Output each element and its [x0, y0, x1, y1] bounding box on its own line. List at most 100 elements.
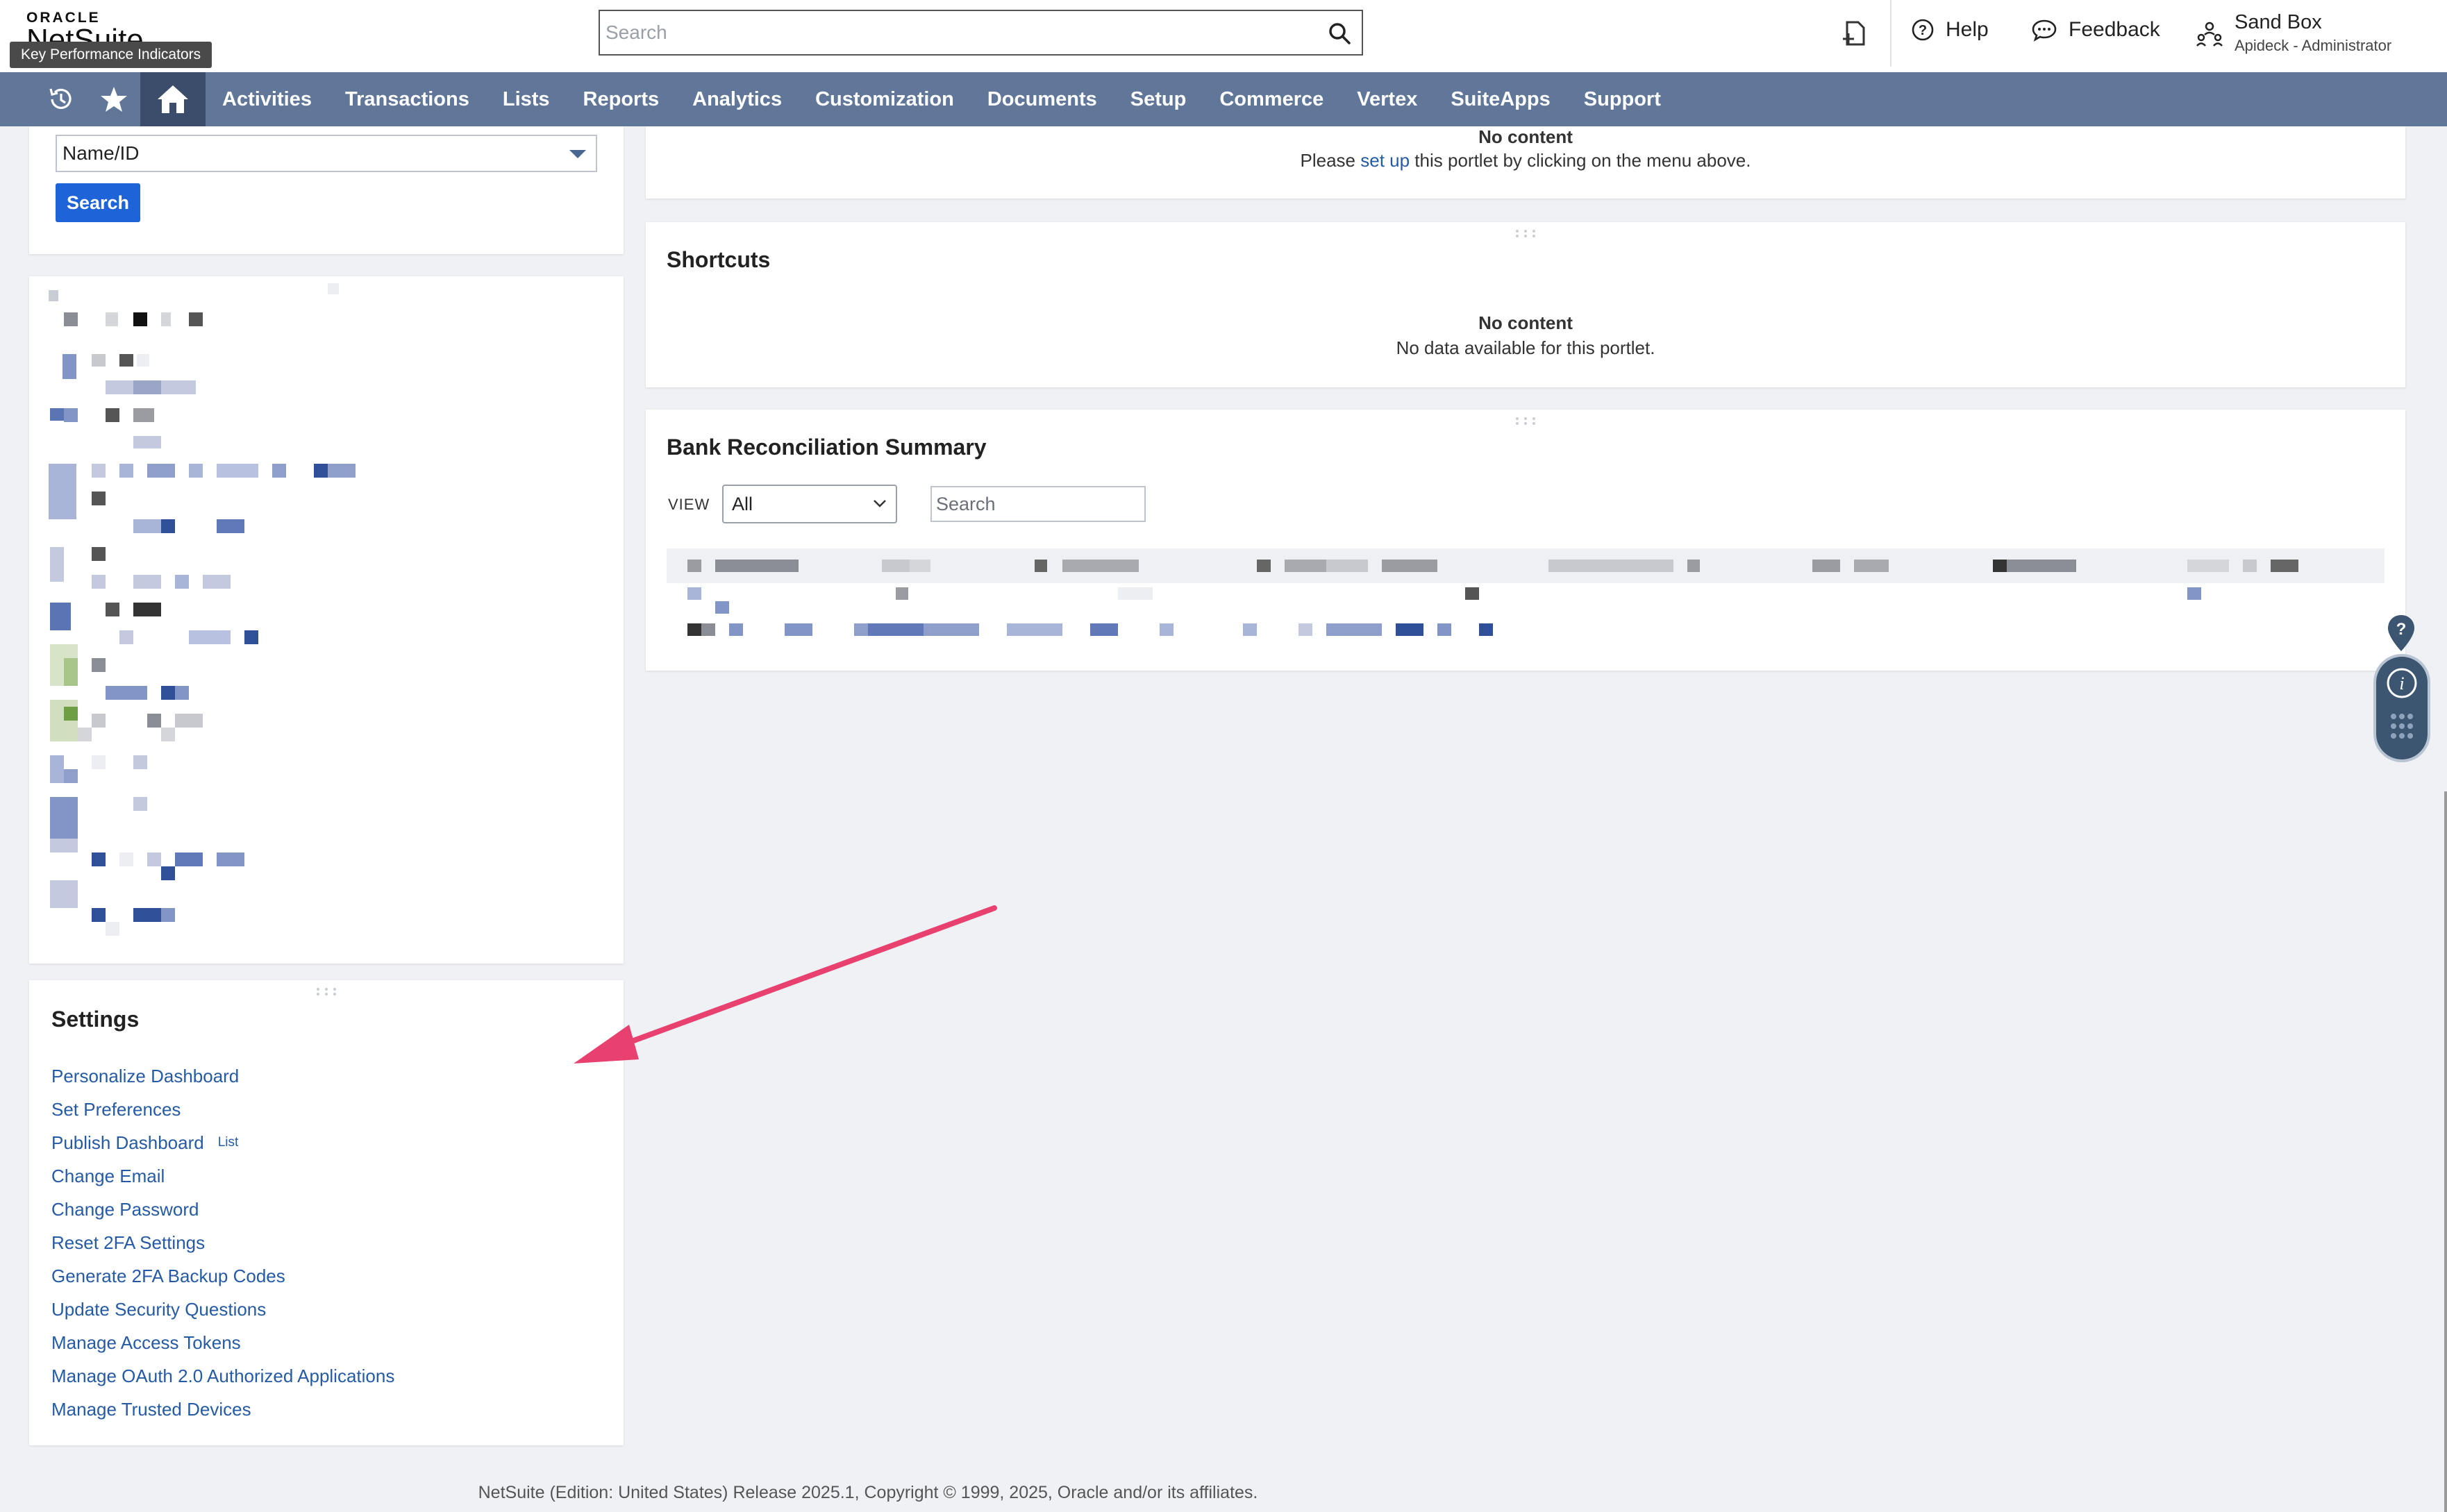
nav-support[interactable]: Support [1567, 72, 1678, 126]
header-divider [1890, 0, 1891, 67]
recent-records-icon[interactable] [1840, 19, 1868, 49]
bank-reconciliation-title: Bank Reconciliation Summary [667, 435, 987, 460]
bank-search-input[interactable] [932, 487, 1144, 521]
nav-activities[interactable]: Activities [206, 72, 328, 126]
list-item: Publish Dashboard List [51, 1126, 394, 1159]
no-content-label: No content [1478, 312, 1573, 333]
svg-text:?: ? [1919, 23, 1927, 38]
nav-documents[interactable]: Documents [971, 72, 1114, 126]
nav-suiteapps[interactable]: SuiteApps [1434, 72, 1567, 126]
global-search-input[interactable] [600, 11, 1362, 54]
list-item: Manage Trusted Devices [51, 1393, 394, 1426]
nav-home[interactable] [140, 72, 206, 126]
bank-search-box[interactable] [930, 486, 1146, 522]
settings-links: Personalize Dashboard Set Preferences Pu… [51, 1059, 394, 1426]
scrollbar-edge[interactable] [2444, 791, 2447, 1512]
account-roles-icon [2196, 22, 2223, 47]
view-select[interactable]: All [722, 485, 897, 523]
account-switcher[interactable]: Sand Box Apideck - Administrator [2196, 11, 2391, 55]
help-circle-icon: ? [1912, 19, 1934, 41]
manage-access-tokens-link[interactable]: Manage Access Tokens [51, 1332, 241, 1354]
nav-setup[interactable]: Setup [1114, 72, 1203, 126]
nav-reports[interactable]: Reports [567, 72, 676, 126]
list-item: Reset 2FA Settings [51, 1226, 394, 1259]
home-icon [158, 85, 188, 113]
change-password-link[interactable]: Change Password [51, 1199, 199, 1220]
speech-bubble-icon [2032, 19, 2057, 42]
search-button[interactable]: Search [56, 183, 140, 222]
settings-portlet: Settings Personalize Dashboard Set Prefe… [29, 980, 624, 1445]
list-item: Manage Access Tokens [51, 1326, 394, 1359]
help-label: Help [1946, 18, 1989, 41]
caret-down-icon [569, 150, 586, 158]
account-name: Sand Box [2235, 11, 2322, 33]
shortcuts-portlet: Shortcuts No content No data available f… [646, 222, 2405, 387]
account-role: Apideck - Administrator [2235, 37, 2392, 54]
footer-copyright: NetSuite (Edition: United States) Releas… [478, 1483, 1258, 1502]
bank-reconciliation-portlet: Bank Reconciliation Summary VIEW All [646, 410, 2405, 671]
generate-backup-codes-link[interactable]: Generate 2FA Backup Codes [51, 1266, 285, 1287]
drag-handle-icon[interactable] [1514, 229, 1537, 237]
change-email-link[interactable]: Change Email [51, 1166, 165, 1187]
set-preferences-link[interactable]: Set Preferences [51, 1099, 181, 1120]
kpi-tooltip: Key Performance Indicators [10, 42, 212, 68]
publish-dashboard-link[interactable]: Publish Dashboard [51, 1132, 204, 1154]
drag-handle-icon[interactable] [1514, 417, 1537, 425]
view-label: VIEW [668, 496, 710, 513]
help-pin-icon[interactable]: ? [2386, 614, 2416, 653]
settings-title: Settings [51, 1007, 140, 1032]
account-text: Sand Box Apideck - Administrator [2235, 11, 2391, 55]
nav-favorites[interactable] [87, 72, 140, 126]
star-icon [101, 87, 127, 112]
nav-commerce[interactable]: Commerce [1203, 72, 1340, 126]
unconfigured-portlet: No content Please set up this portlet by… [646, 126, 2405, 199]
view-select-value: All [732, 494, 753, 514]
chevron-down-icon [874, 500, 886, 507]
recent-history-icon [49, 88, 72, 109]
manage-oauth-apps-link[interactable]: Manage OAuth 2.0 Authorized Applications [51, 1366, 394, 1387]
list-item: Change Email [51, 1159, 394, 1193]
redacted-content-image [49, 283, 356, 936]
grid-dots-icon[interactable] [2389, 712, 2414, 743]
nav-lists[interactable]: Lists [486, 72, 567, 126]
top-header: ORACLE NetSuite Key Performance Indicato… [0, 0, 2447, 72]
info-icon[interactable]: i [2385, 666, 2419, 700]
nav-vertex[interactable]: Vertex [1340, 72, 1434, 126]
reset-2fa-link[interactable]: Reset 2FA Settings [51, 1232, 205, 1254]
list-item: Manage OAuth 2.0 Authorized Applications [51, 1359, 394, 1393]
list-item: Generate 2FA Backup Codes [51, 1259, 394, 1293]
global-search-box[interactable] [599, 10, 1363, 56]
svg-text:?: ? [2396, 620, 2407, 639]
list-item: Update Security Questions [51, 1293, 394, 1326]
setup-message: Please set up this portlet by clicking o… [646, 150, 2405, 171]
nav-customization[interactable]: Customization [799, 72, 971, 126]
personalize-dashboard-link[interactable]: Personalize Dashboard [51, 1066, 239, 1087]
feedback-label: Feedback [2069, 18, 2160, 41]
list-item: Change Password [51, 1193, 394, 1226]
nav-transactions[interactable]: Transactions [328, 72, 486, 126]
no-content-label: No content [1478, 126, 1573, 147]
list-item: Set Preferences [51, 1093, 394, 1126]
search-portlet: Name/ID Search [29, 126, 624, 254]
search-field-select[interactable]: Name/ID [56, 135, 597, 172]
assistant-widget[interactable]: i [2376, 657, 2428, 759]
list-item: Personalize Dashboard [51, 1059, 394, 1093]
setup-message-after: this portlet by clicking on the menu abo… [1410, 150, 1751, 171]
main-navigation: Activities Transactions Lists Reports An… [0, 72, 2447, 126]
help-button[interactable]: ? Help [1911, 18, 1989, 42]
search-field-value: Name/ID [62, 142, 140, 164]
set-up-link[interactable]: set up [1360, 150, 1410, 171]
nav-analytics[interactable]: Analytics [676, 72, 799, 126]
feedback-button[interactable]: Feedback [2031, 18, 2160, 42]
shortcuts-title: Shortcuts [667, 247, 771, 272]
setup-message-before: Please [1300, 150, 1361, 171]
manage-trusted-devices-link[interactable]: Manage Trusted Devices [51, 1399, 251, 1420]
search-icon[interactable] [1327, 21, 1352, 46]
redacted-portlet [29, 276, 624, 964]
svg-text:i: i [2399, 673, 2404, 694]
no-data-message: No data available for this portlet. [1396, 337, 1655, 358]
drag-handle-icon[interactable] [315, 987, 337, 996]
update-security-questions-link[interactable]: Update Security Questions [51, 1299, 266, 1320]
publish-dashboard-list-link[interactable]: List [218, 1135, 239, 1150]
nav-recent-records[interactable] [35, 72, 87, 126]
